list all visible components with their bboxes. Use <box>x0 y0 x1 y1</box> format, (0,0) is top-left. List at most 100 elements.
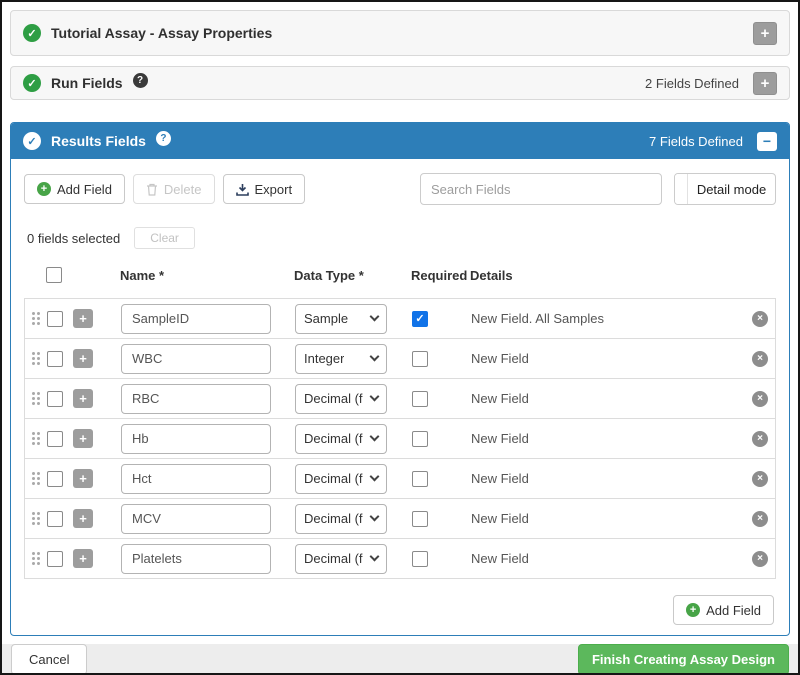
drag-handle-icon[interactable] <box>32 432 40 445</box>
remove-field-icon[interactable]: × <box>752 311 768 327</box>
chevron-down-icon <box>370 392 380 402</box>
expand-run-fields-button[interactable]: + <box>753 72 777 95</box>
cancel-button[interactable]: Cancel <box>11 644 87 675</box>
row-select-checkbox[interactable] <box>47 471 63 487</box>
field-details-text: New Field <box>471 391 529 406</box>
selection-summary-row: 0 fields selected Clear <box>24 227 776 249</box>
field-row: + Decimal (f New Field × <box>24 378 776 419</box>
add-field-button[interactable]: + Add Field <box>24 174 125 204</box>
required-checkbox[interactable] <box>412 551 428 567</box>
run-fields-title: Run Fields <box>51 75 123 91</box>
wizard-footer: Cancel Finish Creating Assay Design <box>2 644 798 675</box>
drag-handle-icon[interactable] <box>32 512 40 525</box>
required-checkbox[interactable] <box>412 471 428 487</box>
chevron-down-icon <box>370 312 380 322</box>
fields-selected-count: 0 fields selected <box>27 231 120 246</box>
field-name-input[interactable] <box>121 304 271 334</box>
column-header-required: Required <box>411 268 467 283</box>
row-select-checkbox[interactable] <box>47 311 63 327</box>
plus-circle-icon: + <box>686 603 700 617</box>
row-select-checkbox[interactable] <box>47 391 63 407</box>
add-field-button-bottom[interactable]: + Add Field <box>673 595 774 625</box>
expand-field-button[interactable]: + <box>73 309 93 328</box>
field-details-text: New Field <box>471 351 529 366</box>
expand-field-button[interactable]: + <box>73 469 93 488</box>
row-select-checkbox[interactable] <box>47 351 63 367</box>
data-type-select[interactable]: Sample <box>295 304 387 334</box>
drag-handle-icon[interactable] <box>32 552 40 565</box>
chevron-down-icon <box>370 552 380 562</box>
expand-field-button[interactable]: + <box>73 549 93 568</box>
panel-assay-properties: ✓ Tutorial Assay - Assay Properties + <box>10 10 790 56</box>
data-type-value: Decimal (f <box>304 551 363 566</box>
remove-field-icon[interactable]: × <box>752 471 768 487</box>
field-row: + Decimal (f New Field × <box>24 498 776 539</box>
results-fields-title: Results Fields <box>51 133 146 149</box>
data-type-select[interactable]: Decimal (f <box>295 544 387 574</box>
expand-assay-properties-button[interactable]: + <box>753 22 777 45</box>
field-details-text: New Field <box>471 471 529 486</box>
required-checkbox[interactable] <box>412 351 428 367</box>
drag-handle-icon[interactable] <box>32 352 40 365</box>
drag-handle-icon[interactable] <box>32 392 40 405</box>
chevron-down-icon <box>370 472 380 482</box>
delete-button[interactable]: Delete <box>133 174 215 204</box>
required-checkbox[interactable] <box>412 431 428 447</box>
chevron-down-icon <box>370 352 380 362</box>
required-checkbox[interactable] <box>412 391 428 407</box>
data-type-value: Sample <box>304 311 348 326</box>
clear-selection-button[interactable]: Clear <box>134 227 195 249</box>
drag-handle-icon[interactable] <box>32 312 40 325</box>
row-select-checkbox[interactable] <box>47 431 63 447</box>
export-button[interactable]: Export <box>223 174 306 204</box>
expand-field-button[interactable]: + <box>73 429 93 448</box>
assay-designer-content: ✓ Tutorial Assay - Assay Properties + ✓ … <box>2 2 798 644</box>
remove-field-icon[interactable]: × <box>752 351 768 367</box>
field-row: + Decimal (f New Field × <box>24 538 776 579</box>
required-checkbox[interactable] <box>412 511 428 527</box>
expand-field-button[interactable]: + <box>73 389 93 408</box>
trash-icon <box>146 183 158 196</box>
field-name-input[interactable] <box>121 344 271 374</box>
data-type-select[interactable]: Decimal (f <box>295 384 387 414</box>
remove-field-icon[interactable]: × <box>752 391 768 407</box>
expand-field-button[interactable]: + <box>73 349 93 368</box>
data-type-select[interactable]: Decimal (f <box>295 504 387 534</box>
data-type-select[interactable]: Decimal (f <box>295 464 387 494</box>
field-row: + Integer New Field × <box>24 338 776 379</box>
field-name-input[interactable] <box>121 384 271 414</box>
field-name-input[interactable] <box>121 424 271 454</box>
download-icon <box>236 183 249 196</box>
finish-creating-assay-design-button[interactable]: Finish Creating Assay Design <box>578 644 789 675</box>
field-row: + Sample ✓ New Field. All Samples × <box>24 298 776 339</box>
required-checkbox[interactable]: ✓ <box>412 311 428 327</box>
remove-field-icon[interactable]: × <box>752 511 768 527</box>
field-name-input[interactable] <box>121 464 271 494</box>
check-circle-icon: ✓ <box>23 132 41 150</box>
panel-run-fields: ✓ Run Fields ? 2 Fields Defined + <box>10 66 790 100</box>
collapse-results-fields-button[interactable]: − <box>757 132 777 151</box>
row-select-checkbox[interactable] <box>47 511 63 527</box>
check-circle-icon: ✓ <box>23 24 41 42</box>
panel-results-fields: ✓ Results Fields ? 7 Fields Defined − + … <box>10 122 790 636</box>
data-type-select[interactable]: Decimal (f <box>295 424 387 454</box>
data-type-select[interactable]: Integer <box>295 344 387 374</box>
row-select-checkbox[interactable] <box>47 551 63 567</box>
field-name-input[interactable] <box>121 544 271 574</box>
detail-mode-toggle[interactable]: Detail mode <box>674 173 776 205</box>
data-type-value: Decimal (f <box>304 431 363 446</box>
help-icon[interactable]: ? <box>156 131 171 146</box>
remove-field-icon[interactable]: × <box>752 431 768 447</box>
field-row: + Decimal (f New Field × <box>24 458 776 499</box>
data-type-value: Decimal (f <box>304 391 363 406</box>
run-fields-count-badge: 2 Fields Defined <box>645 76 739 91</box>
search-fields-input[interactable] <box>420 173 662 205</box>
select-all-checkbox[interactable] <box>46 267 62 283</box>
data-type-value: Decimal (f <box>304 471 363 486</box>
remove-field-icon[interactable]: × <box>752 551 768 567</box>
drag-handle-icon[interactable] <box>32 472 40 485</box>
field-name-input[interactable] <box>121 504 271 534</box>
help-icon[interactable]: ? <box>133 73 148 88</box>
expand-field-button[interactable]: + <box>73 509 93 528</box>
chevron-down-icon <box>370 432 380 442</box>
